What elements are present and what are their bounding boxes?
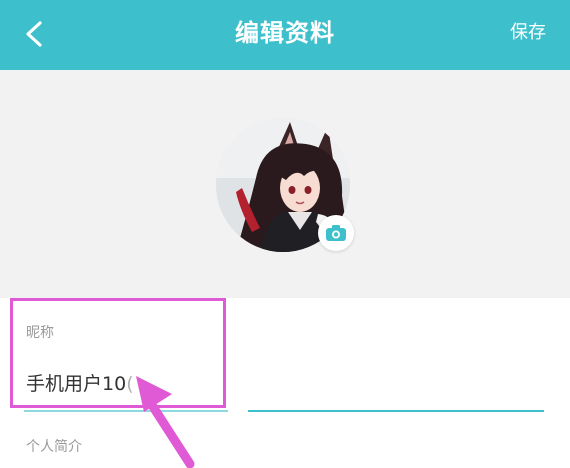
edit-profile-screen: 编辑资料 保存 昵称 手机用户10(个人简介 bbox=[0, 0, 570, 468]
save-button[interactable]: 保存 bbox=[510, 16, 546, 50]
nickname-value-faded: ( bbox=[126, 373, 134, 395]
back-button[interactable] bbox=[14, 14, 54, 54]
camera-icon bbox=[326, 225, 346, 241]
field-underline-active bbox=[248, 410, 544, 412]
avatar-section bbox=[0, 70, 570, 298]
nickname-underline bbox=[24, 410, 228, 412]
change-avatar-button[interactable] bbox=[318, 215, 354, 251]
chevron-left-icon bbox=[26, 21, 42, 47]
top-nav-bar: 编辑资料 保存 bbox=[0, 0, 570, 70]
bio-label: 个人简介 bbox=[26, 439, 82, 455]
nickname-input[interactable]: 手机用户10( bbox=[26, 368, 226, 400]
nickname-value: 手机用户10 bbox=[26, 373, 127, 395]
page-title: 编辑资料 bbox=[235, 19, 335, 47]
nickname-label: 昵称 bbox=[26, 325, 54, 341]
profile-form: 昵称 手机用户10( 个人简介 bbox=[0, 298, 570, 468]
